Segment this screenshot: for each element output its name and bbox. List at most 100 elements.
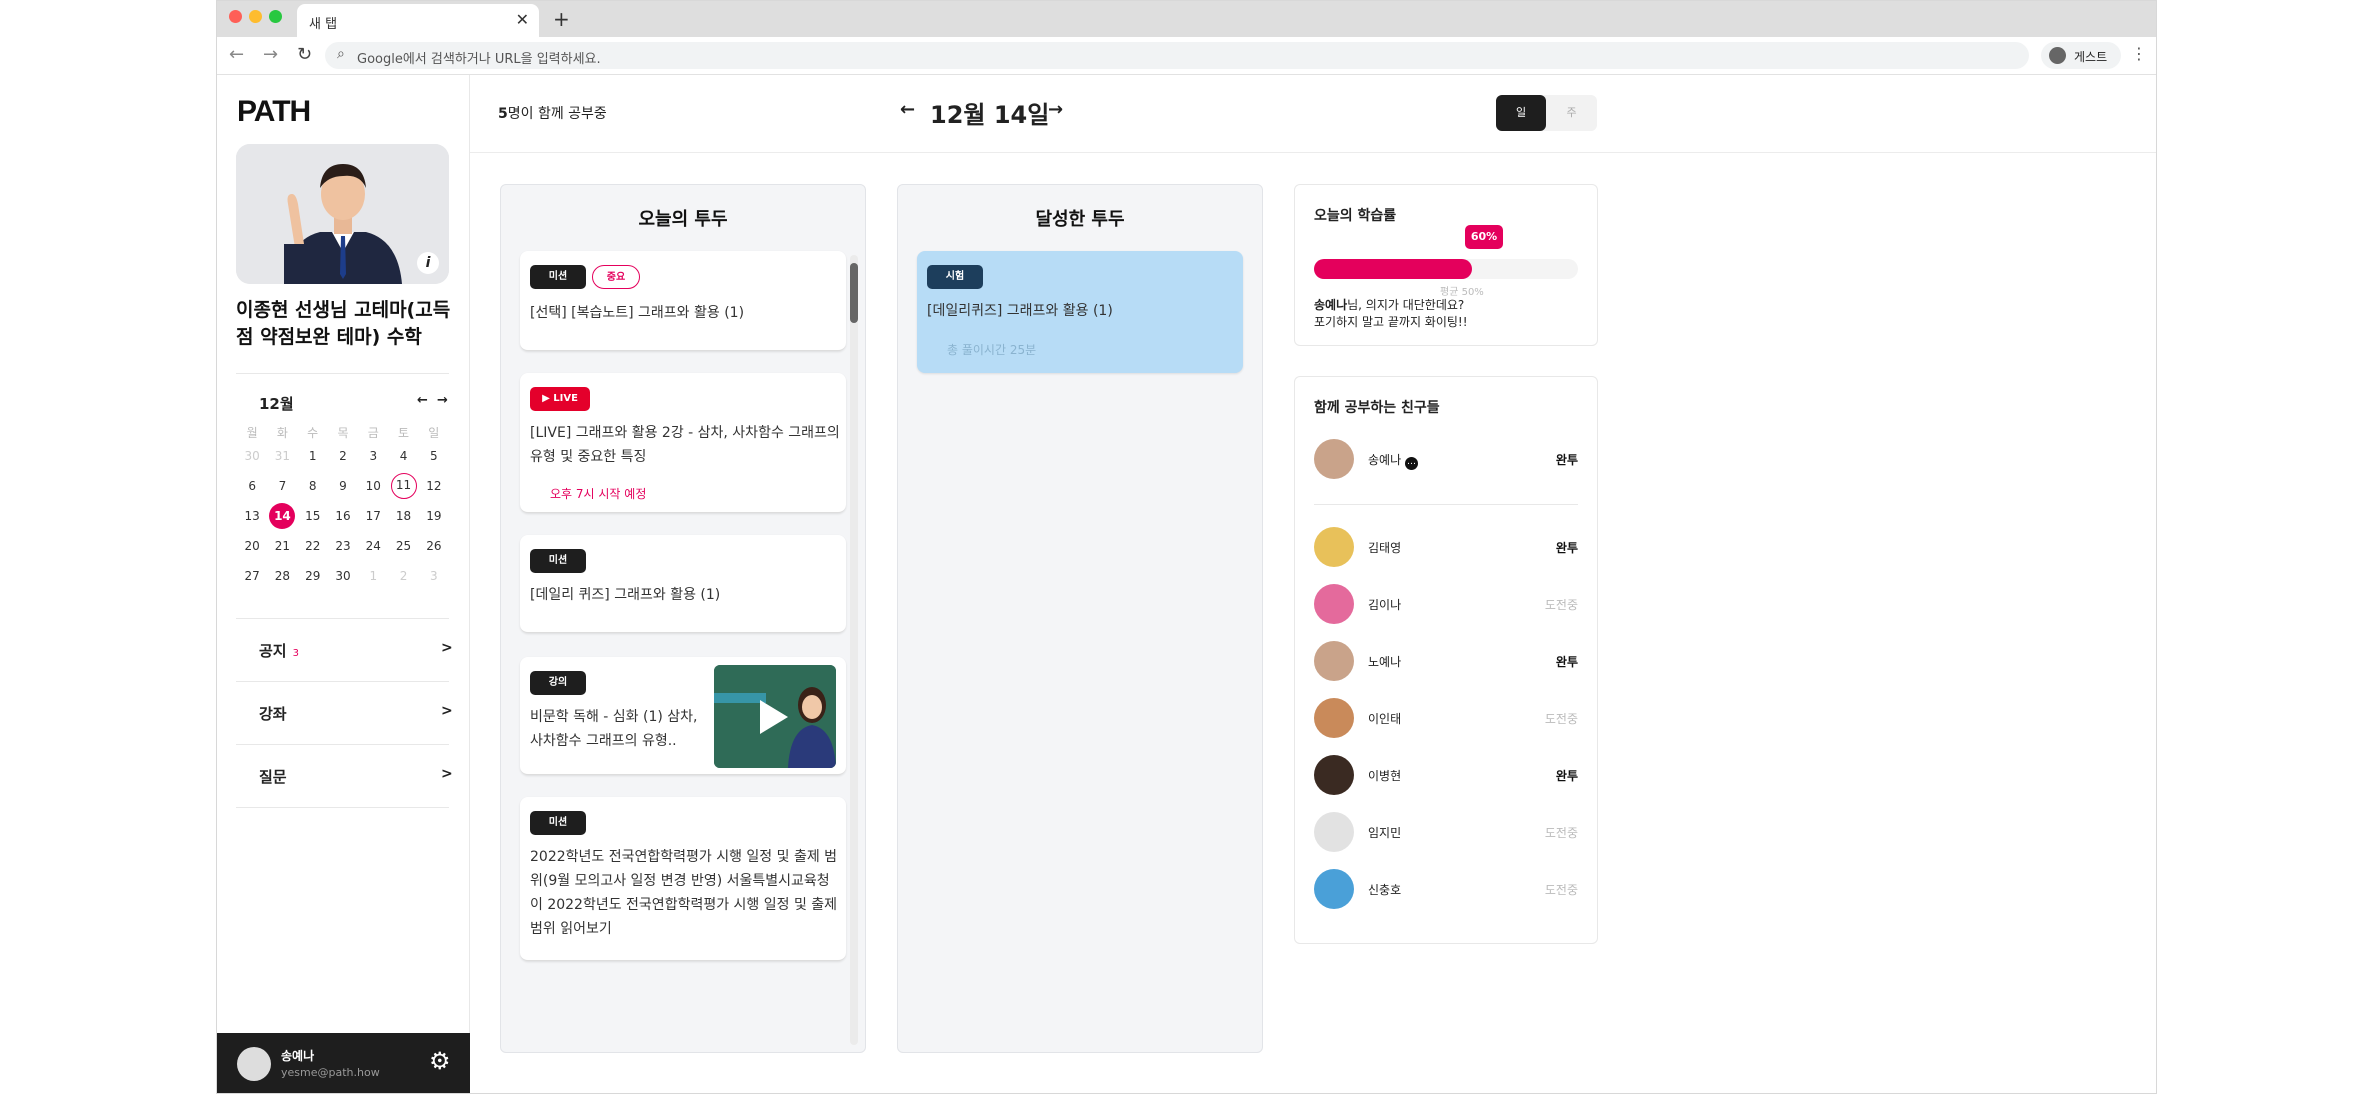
calendar-day[interactable]: 8 — [298, 473, 328, 503]
user-avatar[interactable] — [237, 1047, 271, 1081]
calendar-prev-icon[interactable]: ← — [417, 393, 428, 408]
calendar-day[interactable]: 2 — [328, 443, 358, 473]
study-rate-panel: 오늘의 학습률 60% 평균 50% 송예나님, 의지가 대단한데요? 포기하지… — [1294, 184, 1598, 346]
next-date-icon[interactable]: → — [1048, 99, 1063, 120]
calendar-day[interactable]: 31 — [267, 443, 297, 473]
calendar-day[interactable]: 16 — [328, 503, 358, 533]
calendar-day-label: 18 — [395, 509, 412, 523]
calendar-day[interactable]: 1 — [358, 563, 388, 593]
friend-status: 완투 — [1555, 769, 1578, 783]
calendar-day[interactable]: 27 — [237, 563, 267, 593]
calendar-next-icon[interactable]: → — [437, 393, 448, 408]
new-tab-button[interactable]: + — [553, 7, 570, 31]
profile-button[interactable]: 게스트 — [2041, 42, 2121, 69]
calendar-day[interactable]: 3 — [419, 563, 449, 593]
browser-menu-icon[interactable]: ⋮ — [2131, 44, 2147, 63]
todo-text: [데일리 퀴즈] 그래프와 활용 (1) — [530, 587, 721, 603]
minimize-window-button[interactable] — [249, 10, 262, 23]
view-day-button[interactable]: 일 — [1496, 95, 1546, 131]
calendar-day[interactable]: 20 — [237, 533, 267, 563]
calendar-day-label: 6 — [248, 479, 256, 493]
calendar-day-label: 20 — [244, 539, 260, 553]
calendar-week: 13 14 15 16 17 18 19 — [237, 503, 449, 533]
calendar-day[interactable]: 1 — [298, 443, 328, 473]
friend-row[interactable]: 이병현 완투 — [1314, 755, 1578, 799]
logo[interactable]: PATH — [237, 95, 311, 129]
calendar-day[interactable]: 15 — [298, 503, 328, 533]
todo-column: 오늘의 투두 미션 중요 [선택] [복습노트] 그래프와 활용 (1) ▶ L… — [500, 184, 866, 1053]
calendar-day[interactable]: 4 — [388, 443, 418, 473]
calendar-day[interactable]: 5 — [419, 443, 449, 473]
todo-card[interactable]: 미션 2022학년도 전국연합학력평가 시행 일정 및 출제 범위(9월 모의고… — [520, 797, 846, 961]
calendar-day[interactable]: 26 — [419, 533, 449, 563]
info-icon[interactable]: i — [417, 252, 439, 274]
friend-name: 이인태 — [1368, 712, 1402, 726]
calendar-day[interactable]: 13 — [237, 503, 267, 533]
calendar-day[interactable]: 21 — [267, 533, 297, 563]
tab-new[interactable]: 새 탭 ✕ — [297, 4, 539, 37]
todo-card[interactable]: ▶ LIVE [LIVE] 그래프와 활용 2강 - 삼차, 사차함수 그래프의… — [520, 373, 846, 513]
friend-row[interactable]: 김태영 완투 — [1314, 527, 1578, 571]
view-week-button[interactable]: 주 — [1546, 95, 1597, 131]
calendar-day[interactable]: 3 — [358, 443, 388, 473]
done-card[interactable]: 시험 [데일리퀴즈] 그래프와 활용 (1) 총 풀이시간 25분 — [917, 251, 1243, 373]
calendar-day[interactable]: 7 — [267, 473, 297, 503]
calendar-day-label: 19 — [426, 509, 442, 523]
calendar-day[interactable]: 17 — [358, 503, 388, 533]
calendar-day[interactable]: 30 — [328, 563, 358, 593]
friend-row[interactable]: 임지민 도전중 — [1314, 812, 1578, 856]
calendar-day[interactable]: 19 — [419, 503, 449, 533]
todo-card[interactable]: 강의 비문학 독해 - 심화 (1) 삼차, 사차함수 그래프의 유형.. — [520, 657, 846, 775]
calendar-day[interactable]: 11 — [388, 473, 418, 503]
friend-row-me[interactable]: 송예나 … 완투 — [1314, 439, 1578, 483]
study-rate-fill — [1314, 259, 1473, 279]
friend-row[interactable]: 김이나 도전중 — [1314, 584, 1578, 628]
study-rate-percent: 60% — [1465, 225, 1503, 249]
friends-title: 함께 공부하는 친구들 — [1314, 400, 1440, 416]
calendar-day[interactable]: 18 — [388, 503, 418, 533]
calendar-day[interactable]: 29 — [298, 563, 328, 593]
tab-close-icon[interactable]: ✕ — [516, 10, 529, 29]
scrollbar-thumb[interactable] — [850, 263, 858, 323]
back-icon[interactable]: ← — [229, 44, 244, 65]
lecture-thumbnail[interactable] — [714, 665, 836, 768]
chevron-right-icon: > — [441, 703, 453, 719]
todo-scrollbar[interactable] — [850, 255, 858, 1045]
calendar-day[interactable]: 24 — [358, 533, 388, 563]
address-bar[interactable]: ⌕ Google에서 검색하거나 URL을 입력하세요. — [325, 42, 2029, 69]
gear-icon[interactable]: ⚙ — [429, 1047, 451, 1075]
avatar — [1314, 812, 1354, 852]
calendar-day[interactable]: 23 — [328, 533, 358, 563]
calendar-day[interactable]: 6 — [237, 473, 267, 503]
reload-icon[interactable]: ↻ — [297, 44, 312, 65]
calendar-day[interactable]: 14 — [267, 503, 297, 533]
divider — [236, 681, 449, 682]
prev-date-icon[interactable]: ← — [900, 99, 915, 120]
encouragement-message: 송예나님, 의지가 대단한데요? 포기하지 말고 끝까지 화이팅!! — [1314, 297, 1468, 331]
friend-row[interactable]: 이인태 도전중 — [1314, 698, 1578, 742]
zoom-window-button[interactable] — [269, 10, 282, 23]
live-start-time: 오후 7시 시작 예정 — [550, 487, 647, 501]
message-line1: 님, 의지가 대단한데요? — [1347, 298, 1465, 312]
calendar-day[interactable]: 2 — [388, 563, 418, 593]
calendar-day[interactable]: 10 — [358, 473, 388, 503]
calendar-day[interactable]: 28 — [267, 563, 297, 593]
calendar-day[interactable]: 25 — [388, 533, 418, 563]
forward-icon[interactable]: → — [263, 44, 278, 65]
study-rate-bar — [1314, 259, 1578, 279]
todo-card[interactable]: 미션 [데일리 퀴즈] 그래프와 활용 (1) — [520, 535, 846, 633]
weekday-label: 일 — [428, 426, 440, 440]
calendar-day-label: 17 — [365, 509, 381, 523]
calendar-day-label: 30 — [244, 449, 260, 463]
friend-name: 김이나 — [1368, 598, 1402, 612]
close-window-button[interactable] — [229, 10, 242, 23]
friend-row[interactable]: 노예나 완투 — [1314, 641, 1578, 685]
calendar-day[interactable]: 12 — [419, 473, 449, 503]
todo-card[interactable]: 미션 중요 [선택] [복습노트] 그래프와 활용 (1) — [520, 251, 846, 351]
friend-row[interactable]: 신충호 도전중 — [1314, 869, 1578, 913]
calendar-day[interactable]: 30 — [237, 443, 267, 473]
divider — [236, 618, 449, 619]
search-icon: ⌕ — [337, 46, 345, 62]
calendar-day[interactable]: 9 — [328, 473, 358, 503]
calendar-day[interactable]: 22 — [298, 533, 328, 563]
